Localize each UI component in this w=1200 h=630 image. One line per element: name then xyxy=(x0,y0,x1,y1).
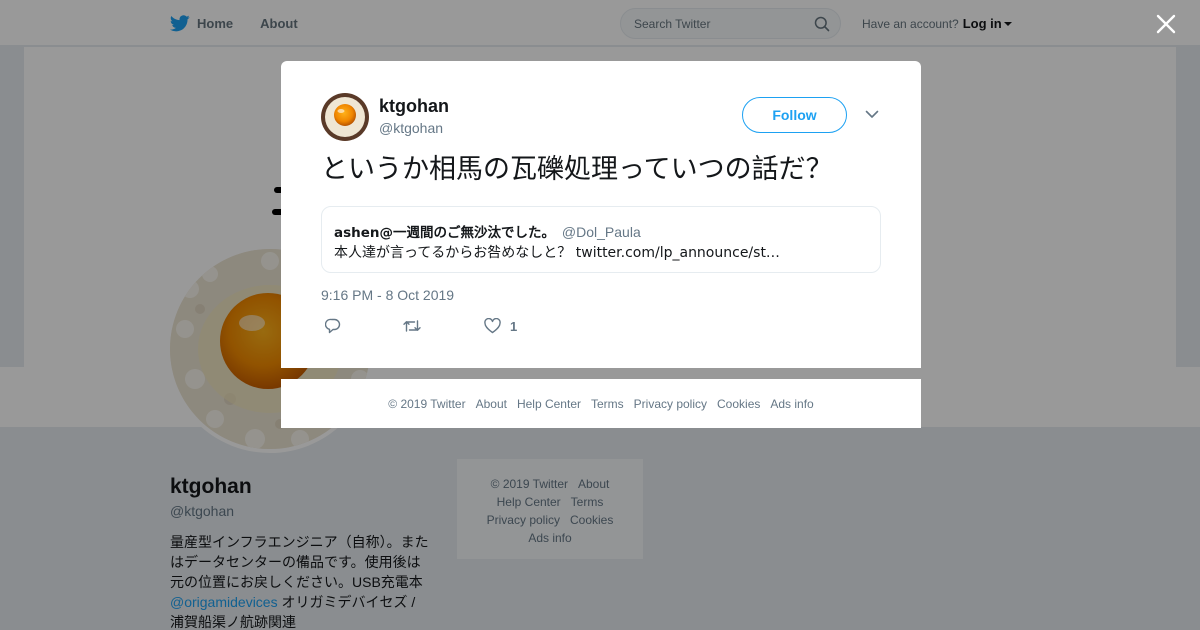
close-icon[interactable] xyxy=(1156,14,1176,34)
tweet-text: というか相馬の瓦礫処理っていつの話だ？ xyxy=(321,154,833,185)
quote-author-handle: @Dol_Paula xyxy=(561,224,641,240)
chevron-down-icon[interactable] xyxy=(865,109,879,119)
modal-footer-help[interactable]: Help Center xyxy=(517,397,581,411)
egg-rice-thumbnail xyxy=(321,93,369,141)
author-name[interactable]: ktgohan xyxy=(379,96,449,117)
tweet-timestamp[interactable]: 9:16 PM - 8 Oct 2019 xyxy=(321,287,454,303)
modal-footer-copyright: © 2019 Twitter xyxy=(388,396,466,411)
retweet-button[interactable] xyxy=(403,318,421,334)
modal-footer-privacy[interactable]: Privacy policy xyxy=(634,397,707,411)
reply-icon xyxy=(325,318,341,334)
quote-author-name: ashen@一週間のご無沙汰でした。 xyxy=(334,225,556,241)
like-button[interactable]: 1 xyxy=(484,318,517,334)
quoted-tweet[interactable]: ashen@一週間のご無沙汰でした。 @Dol_Paula 本人達が言ってるから… xyxy=(321,206,881,273)
follow-button[interactable]: Follow xyxy=(742,97,847,133)
tweet-modal: ktgohan @ktgohan Follow というか相馬の瓦礫処理っていつの… xyxy=(281,61,921,368)
modal-footer-terms[interactable]: Terms xyxy=(591,397,624,411)
retweet-icon xyxy=(403,320,421,332)
like-count: 1 xyxy=(510,318,518,334)
quote-header: ashen@一週間のご無沙汰でした。 @Dol_Paula xyxy=(334,221,641,241)
quote-text: 本人達が言ってるからお咎めなしと？ twitter.com/lp_announc… xyxy=(334,245,780,261)
modal-footer: © 2019 Twitter About Help Center Terms P… xyxy=(281,379,921,428)
heart-icon xyxy=(484,318,501,334)
reply-button[interactable] xyxy=(325,318,341,334)
author-avatar[interactable] xyxy=(321,93,369,141)
author-handle[interactable]: @ktgohan xyxy=(379,120,443,136)
modal-footer-ads[interactable]: Ads info xyxy=(770,397,813,411)
modal-footer-cookies[interactable]: Cookies xyxy=(717,397,760,411)
modal-footer-about[interactable]: About xyxy=(476,397,507,411)
